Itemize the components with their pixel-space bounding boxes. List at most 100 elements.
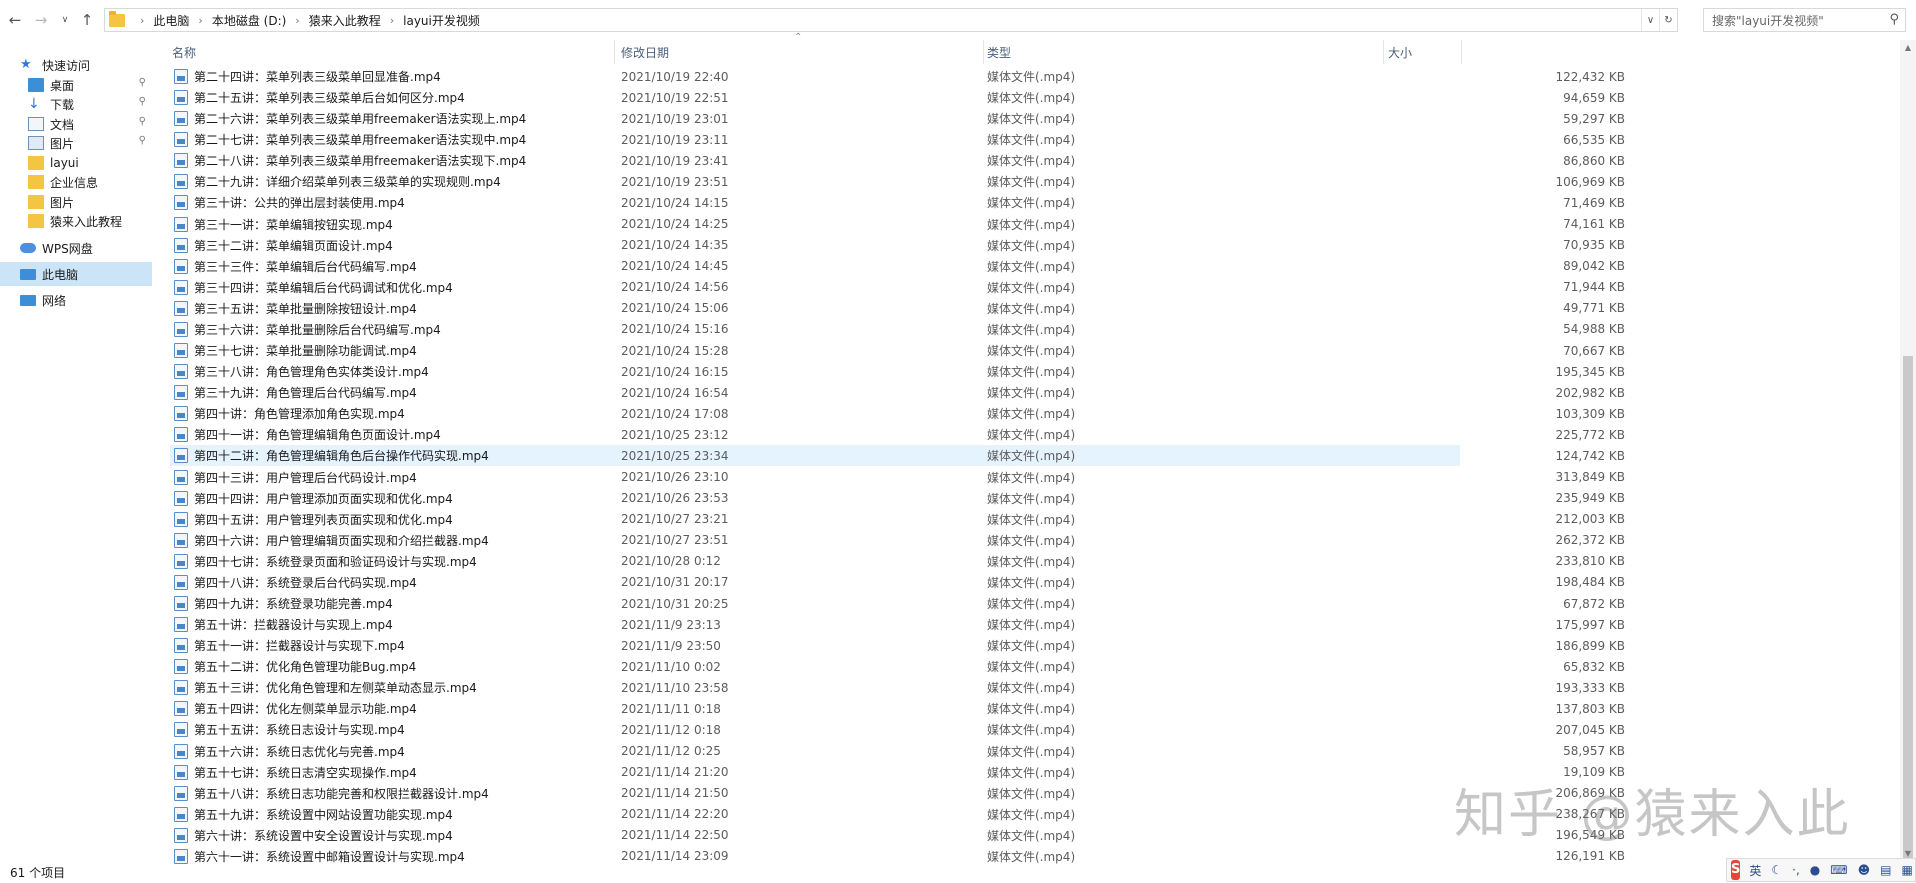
forward-arrow-icon[interactable]: → [30,9,52,31]
file-row[interactable]: 第二十九讲：详细介绍菜单列表三级菜单的实现规则.mp4 2021/10/19 23… [170,171,1625,192]
video-file-icon [174,364,188,380]
file-row[interactable]: 第四十四讲：用户管理添加页面实现和优化.mp4 2021/10/26 23:53 媒… [170,488,1625,509]
sidebar-item-label: 图片 [50,195,75,210]
file-row[interactable]: 第三十讲：公共的弹出层封装使用.mp4 2021/10/24 14:15 媒体文件(… [170,192,1625,213]
chevron-down-icon[interactable]: ∨ [1641,9,1659,31]
breadcrumb-folder[interactable]: 猿来入此教程 [309,12,381,29]
sogou-logo-icon[interactable]: S [1731,860,1741,880]
column-header-date[interactable]: 修改日期 [621,41,981,63]
column-header-name[interactable]: 名称 [172,41,612,63]
file-row[interactable]: 第三十一讲：菜单编辑按钮实现.mp4 2021/10/24 14:25 媒体文件(.… [170,214,1625,235]
search-input[interactable]: 搜索"layui开发视频" ⚲ [1703,8,1906,32]
sidebar-item-wps-drive[interactable]: WPS网盘 [0,236,152,260]
user-icon[interactable]: ☻ [1858,863,1871,877]
vertical-scrollbar[interactable]: ▲ ▼ [1900,40,1916,862]
moon-icon[interactable]: ☾ [1771,863,1782,877]
column-divider[interactable] [1383,40,1384,64]
grid-icon[interactable]: ▦ [1901,863,1912,877]
file-type: 媒体文件(.mp4) [987,259,1076,274]
column-divider[interactable] [1461,40,1462,64]
file-row[interactable]: 第五十讲：拦截器设计与实现上.mp4 2021/11/9 23:13 媒体文件(.m… [170,614,1625,635]
microphone-icon[interactable]: ● [1810,863,1820,877]
punctuation-icon[interactable]: ·, [1792,863,1800,877]
chevron-right-icon[interactable]: › [198,14,202,27]
file-row[interactable]: 第三十二讲：菜单编辑页面设计.mp4 2021/10/24 14:35 媒体文件(.… [170,235,1625,256]
column-divider[interactable] [983,40,984,64]
video-file-icon [174,69,188,84]
chevron-right-icon[interactable]: › [140,14,144,27]
file-row[interactable]: 第四十七讲：系统登录页面和验证码设计与实现.mp4 2021/10/28 0:12… [170,551,1625,572]
ime-toolbar[interactable]: S 英 ☾ ·, ● ⌨ ☻ ▤ ▦ [1726,858,1916,882]
breadcrumb-current[interactable]: layui开发视频 [403,12,480,29]
recent-locations-chevron-icon[interactable]: ∨ [54,9,76,31]
file-row[interactable]: 第五十四讲：优化左侧菜单显示功能.mp4 2021/11/11 0:18 媒体文件(… [170,698,1625,719]
address-bar[interactable]: › 此电脑 › 本地磁盘 (D:) › 猿来入此教程 › layui开发视频 ∨… [104,8,1678,32]
file-row[interactable]: 第五十六讲：系统日志优化与完善.mp4 2021/11/12 0:25 媒体文件(.… [170,741,1625,762]
file-name: 第四十讲：角色管理添加角色实现.mp4 [194,407,405,422]
breadcrumb-drive[interactable]: 本地磁盘 (D:) [212,12,286,29]
scroll-up-arrow-icon[interactable]: ▲ [1900,40,1916,56]
sidebar-item-this-pc[interactable]: 此电脑 [0,262,152,286]
file-row[interactable]: 第二十七讲：菜单列表三级菜单用freemaker语法实现中.mp4 2021/10… [170,129,1625,150]
file-row[interactable]: 第三十六讲：菜单批量删除后台代码编写.mp4 2021/10/24 15:16 媒体… [170,319,1625,340]
file-row[interactable]: 第五十九讲：系统设置中网站设置功能实现.mp4 2021/11/14 22:20 媒… [170,804,1625,825]
file-row[interactable]: 第三十四讲：菜单编辑后台代码调试和优化.mp4 2021/10/24 14:56 媒… [170,277,1625,298]
file-row[interactable]: 第五十二讲：优化角色管理功能Bug.mp4 2021/11/10 0:02 媒体文件… [170,656,1625,677]
file-row[interactable]: 第五十五讲：系统日志设计与实现.mp4 2021/11/12 0:18 媒体文件(.… [170,719,1625,740]
shirt-icon[interactable]: ▤ [1880,863,1891,877]
file-row[interactable]: 第四十二讲：角色管理编辑角色后台操作代码实现.mp4 2021/10/25 23:… [170,445,1625,467]
file-row[interactable]: 第二十六讲：菜单列表三级菜单用freemaker语法实现上.mp4 2021/10… [170,108,1625,129]
sidebar-item-label: 文档 [50,117,75,132]
file-row[interactable]: 第五十三讲：优化角色管理和左侧菜单动态显示.mp4 2021/11/10 23:5… [170,677,1625,698]
file-name: 第五十四讲：优化左侧菜单显示功能.mp4 [194,702,417,717]
file-row[interactable]: 第四十三讲：用户管理后台代码设计.mp4 2021/10/26 23:10 媒体文件… [170,467,1625,488]
column-header-size[interactable]: 大小 [1388,41,1458,63]
sidebar-item-label: 企业信息 [50,175,99,190]
pin-icon[interactable]: ⚲ [139,116,146,127]
file-date: 2021/11/14 22:50 [621,828,729,843]
file-name: 第二十七讲：菜单列表三级菜单用freemaker语法实现中.mp4 [194,133,527,148]
sidebar-item-network[interactable]: 网络 [0,288,152,312]
chevron-right-icon[interactable]: › [390,14,394,27]
file-row[interactable]: 第四十九讲：系统登录功能完善.mp4 2021/10/31 20:25 媒体文件(.… [170,593,1625,614]
file-row[interactable]: 第二十四讲：菜单列表三级菜单回显准备.mp4 2021/10/19 22:40 媒体… [170,66,1625,87]
sidebar-item-tutorials[interactable]: 猿来入此教程 [0,209,152,233]
scrollbar-thumb[interactable] [1903,356,1913,862]
keyboard-icon[interactable]: ⌨ [1830,863,1847,877]
up-arrow-icon[interactable]: ↑ [76,9,98,31]
file-row[interactable]: 第三十三件：菜单编辑后台代码编写.mp4 2021/10/24 14:45 媒体文件… [170,256,1625,277]
file-date: 2021/11/12 0:25 [621,744,721,759]
file-row[interactable]: 第四十六讲：用户管理编辑页面实现和介绍拦截器.mp4 2021/10/27 23:… [170,530,1625,551]
file-date: 2021/10/19 23:01 [621,111,729,126]
ime-language-mode[interactable]: 英 [1749,862,1761,879]
refresh-icon[interactable]: ↻ [1659,9,1677,31]
pin-icon[interactable]: ⚲ [139,96,146,107]
file-row[interactable]: 第二十五讲：菜单列表三级菜单后台如何区分.mp4 2021/10/19 22:51… [170,87,1625,108]
file-row[interactable]: 第三十九讲：角色管理后台代码编写.mp4 2021/10/24 16:54 媒体文件… [170,382,1625,403]
file-row[interactable]: 第五十一讲：拦截器设计与实现下.mp4 2021/11/9 23:50 媒体文件(.… [170,635,1625,656]
file-size: 313,849 KB [1555,470,1625,485]
file-row[interactable]: 第二十八讲：菜单列表三级菜单用freemaker语法实现下.mp4 2021/10… [170,150,1625,171]
file-row[interactable]: 第五十七讲：系统日志清空实现操作.mp4 2021/11/14 21:20 媒体文件… [170,762,1625,783]
column-divider[interactable] [614,40,615,64]
file-row[interactable]: 第四十五讲：用户管理列表页面实现和优化.mp4 2021/10/27 23:21 媒… [170,509,1625,530]
file-row[interactable]: 第六十讲：系统设置中安全设置设计与实现.mp4 2021/11/14 22:50 媒… [170,825,1625,846]
file-row[interactable]: 第四十讲：角色管理添加角色实现.mp4 2021/10/24 17:08 媒体文件(… [170,403,1625,424]
file-row[interactable]: 第三十五讲：菜单批量删除按钮设计.mp4 2021/10/24 15:06 媒体文件… [170,298,1625,319]
file-row[interactable]: 第四十一讲：角色管理编辑角色页面设计.mp4 2021/10/25 23:12 媒体… [170,424,1625,445]
file-row[interactable]: 第五十八讲：系统日志功能完善和权限拦截器设计.mp4 2021/11/14 21:… [170,783,1625,804]
file-row[interactable]: 第四十八讲：系统登录后台代码实现.mp4 2021/10/31 20:17 媒体文件… [170,572,1625,593]
column-header-type[interactable]: 类型 [987,41,1382,63]
back-arrow-icon[interactable]: ← [4,9,26,31]
video-file-icon [174,279,188,295]
file-row[interactable]: 第三十八讲：角色管理角色实体类设计.mp4 2021/10/24 16:15 媒体文… [170,361,1625,382]
file-type: 媒体文件(.mp4) [987,618,1076,633]
file-row[interactable]: 第三十七讲：菜单批量删除功能调试.mp4 2021/10/24 15:28 媒体文件… [170,340,1625,361]
breadcrumb-this-pc[interactable]: 此电脑 [153,12,189,29]
sidebar-item-label: 桌面 [50,78,75,93]
chevron-right-icon[interactable]: › [295,14,299,27]
pin-icon[interactable]: ⚲ [139,77,146,88]
file-name: 第五十八讲：系统日志功能完善和权限拦截器设计.mp4 [194,786,489,801]
file-size: 137,803 KB [1555,701,1625,716]
pin-icon[interactable]: ⚲ [139,135,146,146]
